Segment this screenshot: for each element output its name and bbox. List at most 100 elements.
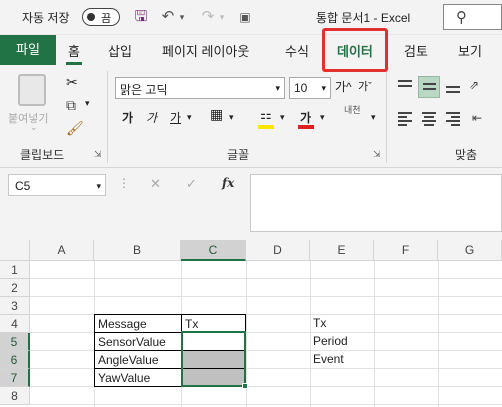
font-color-dropdown-icon[interactable]: ▾ bbox=[320, 112, 325, 123]
copy-icon[interactable]: ⧉ bbox=[66, 97, 76, 114]
underline-dropdown-icon[interactable]: ▾ bbox=[187, 112, 192, 123]
increase-font-icon[interactable]: 가^ bbox=[335, 78, 352, 95]
insert-function-button[interactable]: fx bbox=[222, 176, 234, 190]
row-header-7[interactable]: 7 bbox=[0, 369, 30, 387]
name-box[interactable]: C5 ▾ bbox=[8, 174, 106, 196]
row-header-5[interactable]: 5 bbox=[0, 333, 30, 351]
chevron-down-icon: ▾ bbox=[321, 83, 326, 93]
undo-icon[interactable]: ↶ bbox=[158, 7, 178, 27]
phonetic-dropdown-icon[interactable]: ▾ bbox=[371, 112, 376, 123]
tab-review[interactable]: 검토 bbox=[404, 41, 428, 60]
row-header-3[interactable]: 3 bbox=[0, 297, 30, 315]
font-color-swatch bbox=[298, 125, 314, 129]
enter-icon[interactable]: ✓ bbox=[186, 176, 197, 192]
align-top-icon[interactable] bbox=[394, 76, 416, 98]
title-bar: 자동 저장 끔 🖫 ↶ ▾ ↷ ▾ ▣ 통합 문서1 - Excel ⚲ bbox=[0, 0, 502, 35]
clipboard-launcher-icon[interactable]: ⇲ bbox=[94, 149, 102, 160]
group-divider bbox=[107, 71, 108, 163]
highlight-box bbox=[322, 28, 388, 72]
row-header-2[interactable]: 2 bbox=[0, 279, 30, 297]
ribbon-tabs: 파일 홈 삽입 페이지 레이아웃 수식 데이터 검토 보기 bbox=[0, 35, 502, 65]
format-painter-icon[interactable]: 🖌 bbox=[66, 120, 84, 137]
column-header-f[interactable]: F bbox=[374, 240, 438, 261]
paste-dropdown-icon[interactable]: ⌄ bbox=[30, 122, 38, 133]
redo-icon[interactable]: ↷ bbox=[198, 7, 218, 27]
chevron-down-icon: ▾ bbox=[96, 181, 101, 191]
font-size-select[interactable]: 10 ▾ bbox=[289, 77, 331, 99]
cell-b6[interactable]: AngleValue bbox=[94, 350, 182, 369]
cell-selection-range[interactable] bbox=[181, 331, 248, 389]
tab-home[interactable]: 홈 bbox=[66, 41, 82, 65]
search-box[interactable]: ⚲ bbox=[443, 4, 502, 30]
row-header-4[interactable]: 4 bbox=[0, 315, 30, 333]
clipboard-group-label: 클립보드 bbox=[20, 148, 65, 162]
paste-icon[interactable] bbox=[18, 74, 46, 106]
gridline bbox=[30, 404, 502, 405]
cell-b5[interactable]: SensorValue bbox=[94, 332, 182, 351]
font-group-label: 글꼴 bbox=[227, 148, 250, 162]
row-header-1[interactable]: 1 bbox=[0, 261, 30, 279]
cell-e4[interactable]: Tx bbox=[310, 314, 374, 332]
toggle-knob bbox=[87, 13, 95, 21]
cell-b7[interactable]: YawValue bbox=[94, 368, 182, 387]
font-color-button[interactable]: 가 bbox=[300, 109, 311, 126]
align-right-icon[interactable] bbox=[442, 108, 464, 130]
cut-icon[interactable]: ✂ bbox=[66, 74, 78, 91]
undo-dropdown-icon[interactable]: ▾ bbox=[177, 7, 187, 27]
fill-color-dropdown-icon[interactable]: ▾ bbox=[280, 112, 285, 123]
formula-bar: C5 ▾ ⋮ ✕ ✓ fx bbox=[0, 168, 502, 240]
customize-toolbar-icon[interactable]: ▣ bbox=[235, 7, 255, 27]
gridline bbox=[30, 296, 502, 297]
cancel-icon[interactable]: ✕ bbox=[150, 176, 161, 192]
autosave-label: 자동 저장 bbox=[22, 11, 70, 25]
orientation-icon[interactable]: ⇗ bbox=[469, 78, 479, 92]
worksheet-grid: A B C D E F G 1 2 3 4 5 6 7 8 Message Tx… bbox=[0, 240, 502, 407]
fill-handle[interactable] bbox=[242, 383, 248, 389]
cell-e6[interactable]: Event bbox=[310, 350, 374, 368]
align-center-icon[interactable] bbox=[418, 108, 440, 130]
formula-input[interactable] bbox=[250, 174, 502, 232]
tab-view[interactable]: 보기 bbox=[458, 41, 482, 60]
column-header-e[interactable]: E bbox=[310, 240, 374, 261]
decrease-indent-icon[interactable]: ⇤ bbox=[472, 111, 482, 125]
font-size-value: 10 bbox=[294, 81, 308, 95]
column-header-b[interactable]: B bbox=[94, 240, 181, 261]
name-box-value: C5 bbox=[15, 179, 31, 193]
chevron-down-icon: ▾ bbox=[275, 83, 280, 93]
decrease-font-icon[interactable]: 가ˇ bbox=[358, 78, 372, 94]
font-launcher-icon[interactable]: ⇲ bbox=[373, 149, 381, 160]
tab-page-layout[interactable]: 페이지 레이아웃 bbox=[162, 41, 249, 60]
autosave-state: 끔 bbox=[101, 13, 112, 25]
column-header-a[interactable]: A bbox=[30, 240, 94, 261]
column-header-d[interactable]: D bbox=[246, 240, 310, 261]
bold-button[interactable]: 가 bbox=[122, 109, 133, 126]
row-header-8[interactable]: 8 bbox=[0, 387, 30, 405]
borders-icon[interactable]: ▦ bbox=[210, 106, 223, 123]
cell-b4[interactable]: Message bbox=[94, 314, 182, 333]
tab-insert[interactable]: 삽입 bbox=[108, 41, 132, 60]
copy-dropdown-icon[interactable]: ▾ bbox=[85, 98, 90, 109]
document-title: 통합 문서1 - Excel bbox=[316, 11, 411, 25]
paste-button[interactable]: 붙여넣기 bbox=[8, 110, 48, 126]
align-left-icon[interactable] bbox=[394, 108, 416, 130]
align-middle-icon[interactable] bbox=[418, 76, 440, 98]
row-header-6[interactable]: 6 bbox=[0, 351, 30, 369]
borders-dropdown-icon[interactable]: ▾ bbox=[229, 112, 234, 123]
alignment-group-label: 맞춤 bbox=[455, 148, 478, 162]
column-header-g[interactable]: G bbox=[438, 240, 502, 261]
fill-color-icon[interactable]: ⚏ bbox=[260, 107, 272, 123]
autosave-toggle[interactable]: 끔 bbox=[82, 8, 120, 26]
select-all-corner[interactable] bbox=[0, 240, 30, 261]
align-bottom-icon[interactable] bbox=[442, 76, 464, 98]
tab-formulas[interactable]: 수식 bbox=[285, 41, 309, 60]
column-header-c[interactable]: C bbox=[181, 240, 246, 261]
phonetic-guide-button[interactable]: 내천 bbox=[344, 105, 361, 115]
save-icon[interactable]: 🖫 bbox=[131, 7, 151, 27]
redo-dropdown-icon[interactable]: ▾ bbox=[217, 7, 227, 27]
search-icon: ⚲ bbox=[456, 9, 467, 26]
cell-e5[interactable]: Period bbox=[310, 332, 374, 350]
italic-button[interactable]: 가 bbox=[146, 109, 157, 126]
tab-file[interactable]: 파일 bbox=[0, 35, 56, 65]
underline-button[interactable]: 가 bbox=[170, 109, 181, 126]
font-name-select[interactable]: 맑은 고딕 ▾ bbox=[115, 77, 285, 99]
